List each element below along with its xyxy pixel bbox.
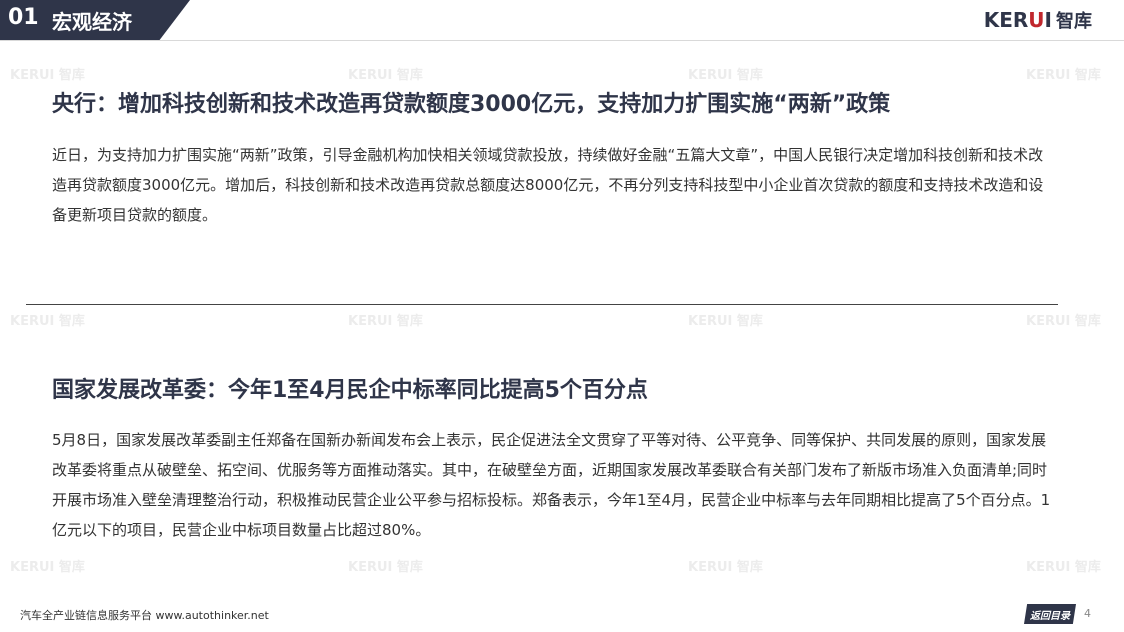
watermark-1-0: KERUI 智库 bbox=[10, 314, 85, 329]
logo-cn: 智库 bbox=[1056, 11, 1092, 32]
section-title: 宏观经济 bbox=[52, 10, 132, 34]
page-number: 4 bbox=[1084, 607, 1091, 620]
watermark-2-0: KERUI 智库 bbox=[10, 560, 85, 575]
watermark-2-1: KERUI 智库 bbox=[348, 560, 423, 575]
watermark-0-1: KERUI 智库 bbox=[348, 68, 423, 83]
back-to-contents-button[interactable]: 返回目录 bbox=[1024, 604, 1076, 624]
watermark-0-2: KERUI 智库 bbox=[688, 68, 763, 83]
watermark-0-0: KERUI 智库 bbox=[10, 68, 85, 83]
watermark-1-3: KERUI 智库 bbox=[1026, 314, 1101, 329]
watermark-2-2: KERUI 智库 bbox=[688, 560, 763, 575]
article2-title: 国家发展改革委：今年1至4月民企中标率同比提高5个百分点 bbox=[52, 378, 648, 403]
section-header-tab: 01 宏观经济 bbox=[0, 0, 190, 40]
watermark-1-2: KERUI 智库 bbox=[688, 314, 763, 329]
article2-body: 5月8日，国家发展改革委副主任郑备在国新办新闻发布会上表示，民企促进法全文贯穿了… bbox=[52, 431, 1051, 539]
kerui-logo: KERUI 智库 bbox=[984, 8, 1092, 32]
article1-title: 央行：增加科技创新和技术改造再贷款额度3000亿元，支持加力扩围实施“两新”政策 bbox=[52, 92, 891, 117]
article1-body: 近日，为支持加力扩围实施“两新”政策，引导金融机构加快相关领域贷款投放，持续做好… bbox=[52, 146, 1044, 224]
section-divider bbox=[26, 304, 1058, 305]
header-divider bbox=[0, 40, 1124, 41]
section-number: 01 bbox=[8, 5, 39, 30]
logo-brand: KERUI bbox=[983, 8, 1052, 32]
watermark-2-3: KERUI 智库 bbox=[1026, 560, 1101, 575]
watermark-1-1: KERUI 智库 bbox=[348, 314, 423, 329]
footer-platform-text: 汽车全产业链信息服务平台 www.autothinker.net bbox=[20, 609, 269, 622]
watermark-0-3: KERUI 智库 bbox=[1026, 68, 1101, 83]
